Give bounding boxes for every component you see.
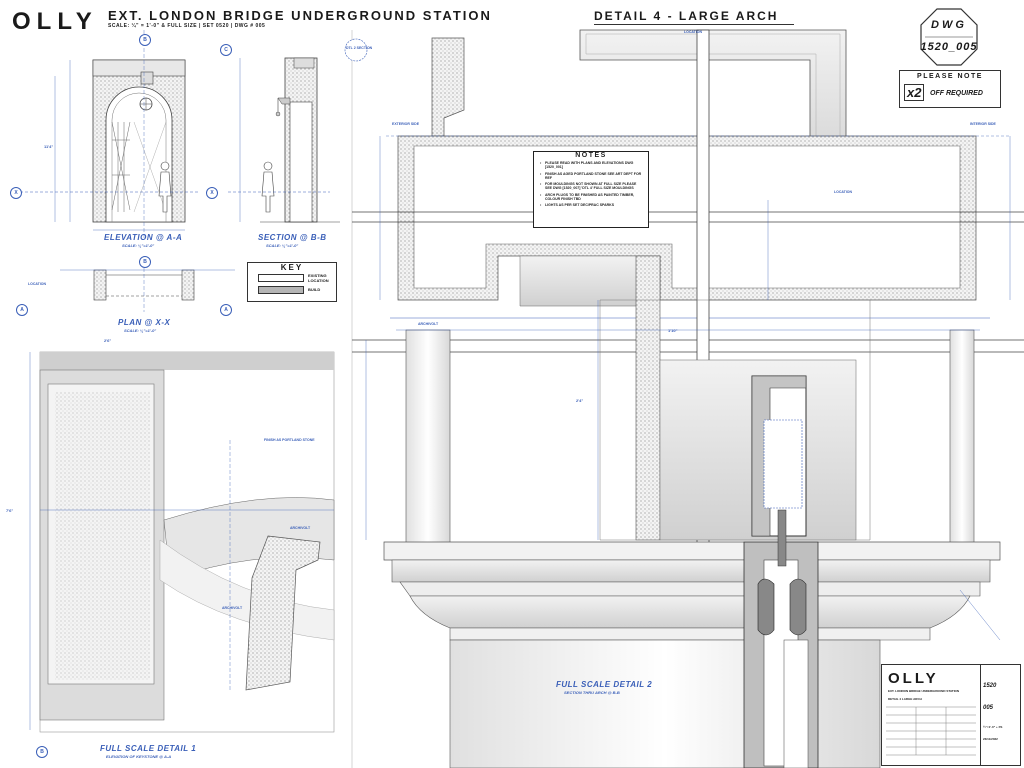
detail2-scale: SECTION THRU ARCH @ B-B <box>564 690 620 695</box>
title-block-drawing: DETAIL 4 LARGE ARCH <box>888 697 922 701</box>
callout-dtl2: DTL 2 SECTION <box>346 46 373 50</box>
title-block-dwg: 005 <box>983 705 994 711</box>
callout-finish: FINISH AS PORTLAND STONE <box>264 438 315 442</box>
title-block-project: EXT. LONDON BRIDGE UNDERGROUND STATION <box>888 689 960 693</box>
callout-interior: INTERIOR SIDE <box>970 122 996 126</box>
notes-box: NOTES PLEASE READ WITH PLANS AND ELEVATI… <box>533 151 649 228</box>
callout-exterior: EXTERIOR SIDE <box>392 122 420 126</box>
callout-archivolt-d1: ARCHIVOLT <box>290 526 311 530</box>
detail1-scale: ELEVATION OF KEYSTONE @ A-A <box>106 754 172 759</box>
section-scale: SCALE: ¼"=1'-0" <box>266 243 299 248</box>
elevation-title: ELEVATION @ A-A <box>104 233 183 242</box>
title-block-info-column: 1520 005 ¼"=1'-0" + FS 23/11/2022 <box>980 665 1021 765</box>
ref-marker-b-d1: B <box>36 746 48 758</box>
section-title: SECTION @ B-B <box>258 233 327 242</box>
plan-scale: SCALE: ¼"=1'-0" <box>124 328 157 333</box>
note-item: ARCH PLUGS TO BE FINISHED AS PAINTED TIM… <box>540 193 644 202</box>
ref-marker-x-left: X <box>10 187 22 199</box>
dim-detail1-height: 7'6" <box>6 508 14 513</box>
notes-list: PLEASE READ WITH PLANS AND ELEVATIONS DW… <box>540 161 644 210</box>
title-block-set: 1520 <box>983 683 997 689</box>
note-item: LIGHTS AS PER SET DEC/PRAC SPARKS <box>540 203 644 208</box>
ref-marker-b-plan: B <box>139 256 151 268</box>
key-label-existing: EXISTING LOCATION <box>308 273 329 283</box>
dim-main-a: 1'10" <box>668 328 678 333</box>
drawing-canvas <box>20 29 1024 768</box>
key-swatch-build <box>258 286 304 294</box>
ref-marker-x-right: X <box>206 187 218 199</box>
ref-marker-c-elev: C <box>220 44 232 56</box>
detail1-title: FULL SCALE DETAIL 1 <box>100 744 197 753</box>
callout-location-mid: LOCATION <box>834 190 853 194</box>
ref-marker-a-right: A <box>220 304 232 316</box>
notes-title: NOTES <box>575 152 607 159</box>
dim-detail1-width: 2'6" <box>104 338 112 343</box>
key-label-build: BUILD <box>308 287 321 292</box>
dim-elev-height: 11'4" <box>44 144 54 149</box>
title-block-date: 23/11/2022 <box>983 737 998 741</box>
title-block-brand: OLLY <box>888 670 939 687</box>
detail2-title: FULL SCALE DETAIL 2 <box>556 680 653 689</box>
callout-archivolt-d1b: ARCHIVOLT <box>222 606 243 610</box>
title-block: OLLY EXT. LONDON BRIDGE UNDERGROUND STAT… <box>881 664 1021 766</box>
note-item: PLEASE READ WITH PLANS AND ELEVATIONS DW… <box>540 161 644 170</box>
key-title: KEY <box>280 263 304 272</box>
callout-location-top: LOCATION <box>684 30 703 34</box>
ref-marker-a-left: A <box>16 304 28 316</box>
detail1-drawing <box>29 351 335 733</box>
dim-main-b: 2'4" <box>576 398 584 403</box>
ref-marker-b-top: B <box>139 34 151 46</box>
title-block-scale: ¼"=1'-0" + FS <box>983 725 1003 729</box>
note-item: FINISH AS AGED PORTLAND STONE SEE ART DE… <box>540 172 644 181</box>
note-item: FOR MOULDINGS NOT SHOWN AT FULL SIZE PLE… <box>540 182 644 191</box>
callout-archivolt-main: ARCHIVOLT <box>418 322 439 326</box>
section-drawing <box>228 38 368 223</box>
detail4-drawing <box>352 29 1024 768</box>
callout-plan-location: LOCATION <box>28 282 47 286</box>
title-block-grid <box>886 706 976 756</box>
elevation-scale: SCALE: ¼"=1'-0" <box>122 243 155 248</box>
key-legend: KEY EXISTING LOCATION BUILD <box>247 262 337 302</box>
plan-title: PLAN @ X-X <box>118 318 171 327</box>
elevation-drawing <box>20 30 200 240</box>
key-swatch-existing <box>258 274 304 282</box>
